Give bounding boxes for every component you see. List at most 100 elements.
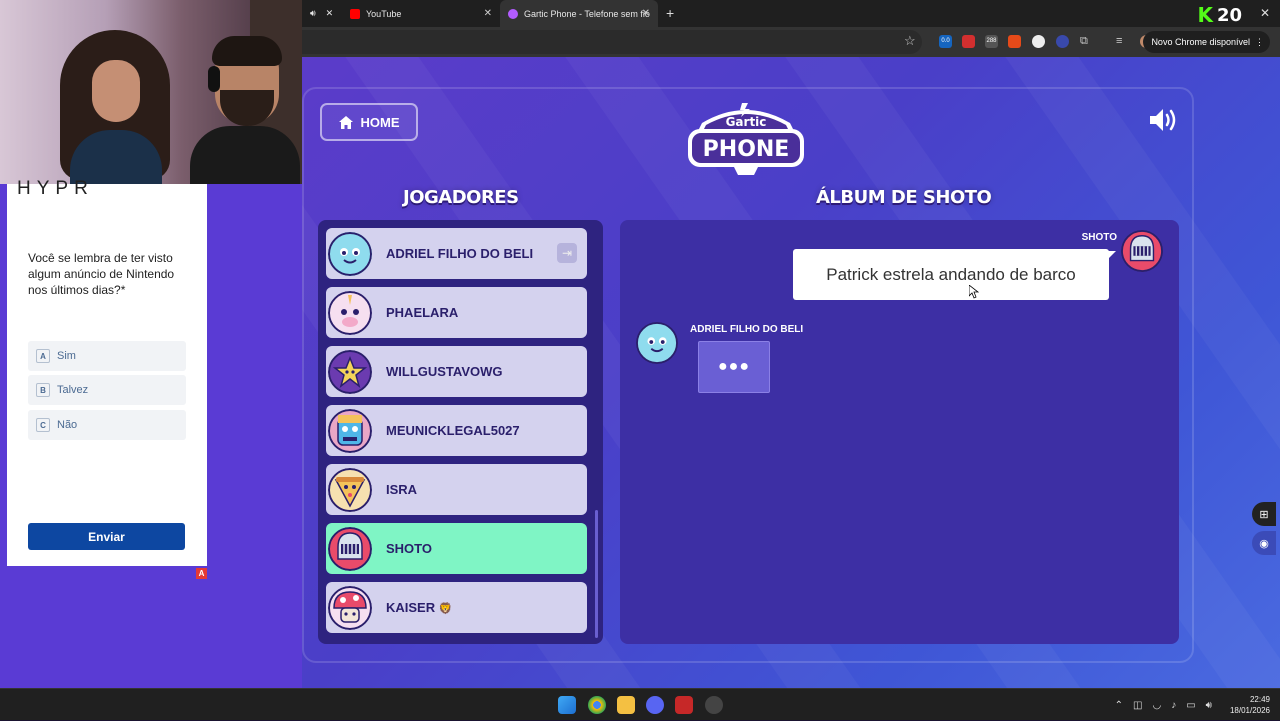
- tab-label: Gartic Phone - Telefone sem fio: [524, 8, 650, 19]
- youtube-icon: [350, 8, 360, 19]
- svg-text:Gartic: Gartic: [726, 115, 767, 129]
- kick-player-icon[interactable]: ⇥: [557, 243, 577, 263]
- gartic-phone-game: HOME Gartic PHONE JOGADORES ÁLBUM DE SHO…: [302, 57, 1280, 688]
- player-name: WILLGUSTAVOWG: [386, 364, 503, 379]
- wifi-icon[interactable]: ◡: [1152, 700, 1161, 711]
- menu-dots-icon[interactable]: ⋮: [1255, 31, 1264, 53]
- option-letter: A: [36, 349, 50, 363]
- star-avatar: [328, 349, 372, 394]
- webcam-overlay: [0, 0, 302, 184]
- player-row-willgustavowg[interactable]: WILLGUSTAVOWG: [326, 346, 587, 397]
- browser-toolbar: ☆ 0.0 288 ⧉ ≡ Novo Chrome disponível ⋮: [302, 27, 1280, 57]
- windows-taskbar: ⌃ ◫ ◡ ♪ ▭ 🔊︎ 22:49 18/01/2026: [0, 688, 1280, 720]
- prompt-bubble: Patrick estrela andando de barco: [793, 249, 1116, 300]
- voicemeeter-icon[interactable]: [675, 696, 693, 714]
- blue-monster-avatar: [328, 408, 372, 453]
- album-owner-name: SHOTO: [1081, 232, 1117, 243]
- microphone-icon[interactable]: ♪: [1171, 700, 1176, 711]
- clock-time: 22:49: [1249, 695, 1270, 704]
- streamer-left: [60, 30, 170, 184]
- extension-icon-2[interactable]: [962, 35, 975, 48]
- option-letter: B: [36, 383, 50, 397]
- players-list[interactable]: ADRIEL FILHO DO BELI ⇥ PHAELARA WILLGUST…: [318, 220, 603, 644]
- apps-grid-button[interactable]: ⊞: [1252, 502, 1276, 526]
- home-icon: [338, 115, 353, 129]
- window-close-button[interactable]: ✕: [1260, 6, 1270, 20]
- player-row-shoto[interactable]: SHOTO: [326, 523, 587, 574]
- player-name: SHOTO: [386, 541, 432, 556]
- svg-text:PHONE: PHONE: [703, 137, 790, 162]
- extension-icon-3[interactable]: 288: [985, 35, 998, 48]
- clock[interactable]: 22:49 18/01/2026: [1230, 694, 1270, 716]
- chrome-update-button[interactable]: Novo Chrome disponível ⋮: [1143, 31, 1270, 53]
- speaker-icon[interactable]: 🔊︎: [310, 8, 316, 19]
- player-row-phaelara[interactable]: PHAELARA: [326, 287, 587, 338]
- media-icon[interactable]: ≡: [1116, 35, 1129, 48]
- option-letter: C: [36, 418, 50, 432]
- survey-brand: HYPR: [17, 178, 94, 199]
- discord-overlay-button[interactable]: ◉: [1252, 531, 1276, 555]
- close-tab-icon[interactable]: ✕: [642, 8, 650, 19]
- player-name: PHAELARA: [386, 305, 459, 320]
- option-label: Sim: [57, 350, 76, 362]
- player-row-isra[interactable]: ISRA: [326, 464, 587, 515]
- answer-author-name: ADRIEL FILHO DO BELI: [690, 324, 804, 335]
- home-button[interactable]: HOME: [320, 103, 418, 141]
- pizza-avatar: [328, 467, 372, 512]
- extension-icon-6[interactable]: [1056, 35, 1069, 48]
- player-row-kaiser[interactable]: KAISER 🦁: [326, 582, 587, 633]
- extension-icon-1[interactable]: 0.0: [939, 35, 952, 48]
- network-icon[interactable]: ◫: [1133, 700, 1142, 711]
- ghost-avatar: [328, 231, 372, 276]
- address-bar[interactable]: [302, 30, 922, 54]
- tab-audio-controls[interactable]: 🔊︎ ✕: [302, 0, 342, 27]
- sound-toggle-icon[interactable]: [1148, 107, 1180, 133]
- browser-tab-bar: 🔊︎ ✕ YouTube ✕ Gartic Phone - Telefone s…: [302, 0, 1280, 27]
- ghost-avatar: [636, 322, 678, 364]
- close-icon[interactable]: ✕: [326, 8, 334, 19]
- kick-badge-count: 20: [1216, 4, 1242, 26]
- discord-icon[interactable]: [646, 696, 664, 714]
- volume-icon[interactable]: 🔊︎: [1206, 700, 1212, 711]
- option-label: Talvez: [57, 384, 89, 396]
- adchoice-icon[interactable]: A: [196, 568, 207, 579]
- player-name: ISRA: [386, 482, 418, 497]
- extension-icon-4[interactable]: [1008, 35, 1021, 48]
- survey-option-b[interactable]: B Talvez: [28, 375, 186, 405]
- player-row-adriel[interactable]: ADRIEL FILHO DO BELI ⇥: [326, 228, 587, 279]
- tab-gartic-phone[interactable]: Gartic Phone - Telefone sem fio ✕: [500, 0, 658, 27]
- survey-option-c[interactable]: C Não: [28, 410, 186, 440]
- system-tray: ⌃ ◫ ◡ ♪ ▭ 🔊︎ 22:49 18/01/2026: [1115, 689, 1280, 721]
- close-tab-icon[interactable]: ✕: [484, 8, 492, 19]
- album-heading: ÁLBUM DE SHOTO: [816, 187, 992, 208]
- kick-logo-icon: K: [1197, 3, 1213, 27]
- players-scrollbar[interactable]: [595, 510, 598, 638]
- mushroom-avatar: [328, 585, 372, 630]
- survey-submit-button[interactable]: Enviar: [28, 523, 185, 550]
- knight-avatar: [1121, 230, 1163, 272]
- windows-start-icon[interactable]: [558, 696, 576, 714]
- survey-option-a[interactable]: A Sim: [28, 341, 186, 371]
- gartic-phone-icon: [508, 8, 518, 19]
- file-explorer-icon[interactable]: [617, 696, 635, 714]
- app-icon[interactable]: [705, 696, 723, 714]
- home-label: HOME: [360, 114, 400, 130]
- puzzle-icon[interactable]: ⧉: [1080, 35, 1093, 48]
- display-icon[interactable]: ▭: [1186, 700, 1195, 711]
- survey-question: Você se lembra de ter visto algum anúnci…: [28, 251, 175, 297]
- grid-icon: ⊞: [1259, 508, 1269, 521]
- player-row-meunicklegal5027[interactable]: MEUNICKLEGAL5027: [326, 405, 587, 456]
- new-tab-button[interactable]: +: [666, 5, 674, 21]
- players-heading: JOGADORES: [403, 187, 519, 208]
- tab-youtube[interactable]: YouTube ✕: [342, 0, 500, 27]
- knight-avatar: [328, 526, 372, 571]
- mouse-cursor-icon: [969, 285, 979, 299]
- lion-emoji-icon: 🦁: [438, 603, 453, 615]
- chrome-icon[interactable]: [588, 696, 606, 714]
- typing-indicator: ●●●: [698, 341, 770, 393]
- extension-icon-5[interactable]: [1032, 35, 1045, 48]
- bookmark-star-icon[interactable]: ☆: [904, 33, 916, 49]
- unicorn-avatar: [328, 290, 372, 335]
- chevron-up-icon[interactable]: ⌃: [1115, 700, 1123, 711]
- streamer-right: [190, 36, 300, 184]
